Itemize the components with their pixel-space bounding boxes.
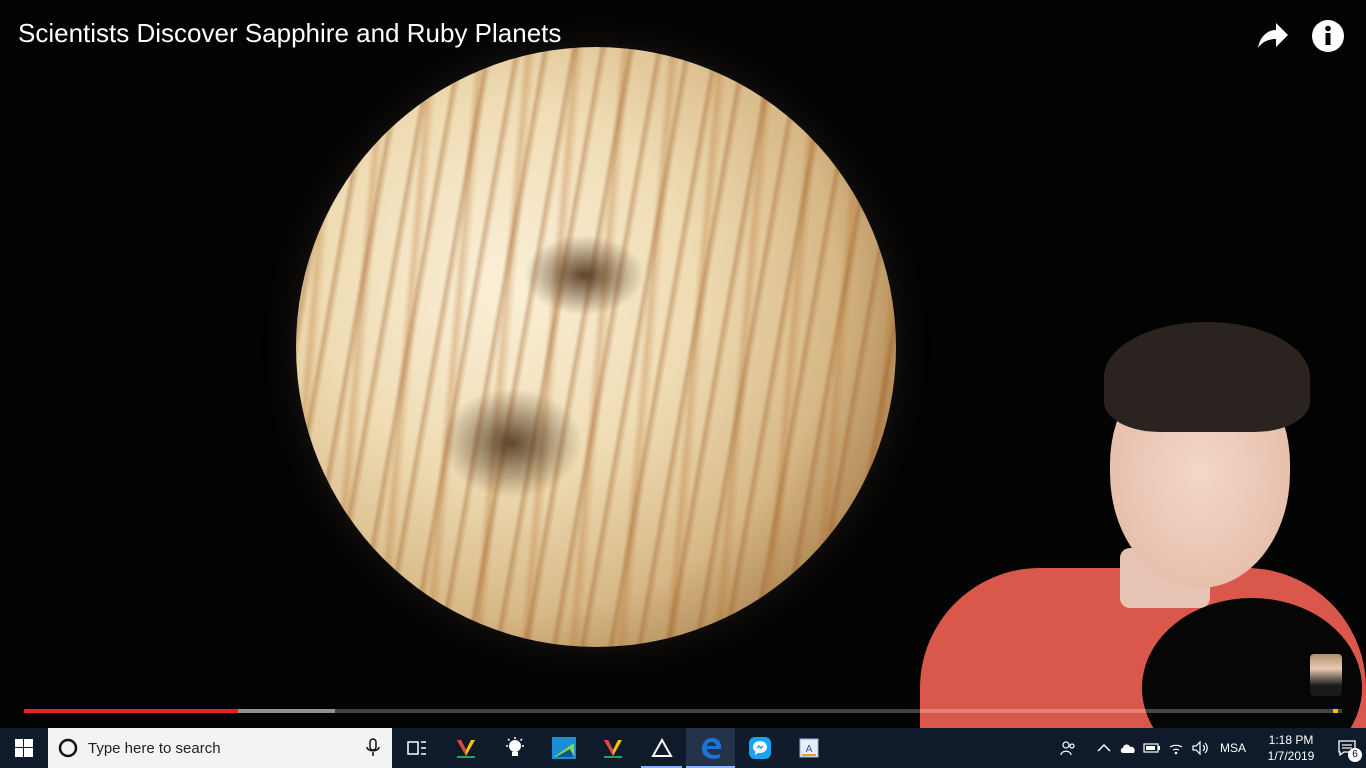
- clock[interactable]: 1:18 PM 1/7/2019: [1254, 732, 1328, 764]
- windows-logo-icon: [15, 739, 33, 757]
- taskbar-app-triangle[interactable]: [637, 728, 686, 768]
- people-icon[interactable]: [1056, 728, 1080, 768]
- chat-app-icon: [748, 737, 771, 759]
- v-logo-icon: [456, 740, 475, 758]
- volume-icon[interactable]: [1188, 728, 1212, 768]
- person-hair: [1104, 322, 1310, 432]
- video-title[interactable]: Scientists Discover Sapphire and Ruby Pl…: [18, 18, 561, 49]
- task-view-icon: [406, 741, 426, 755]
- progress-marker: [1333, 709, 1338, 713]
- clock-date: 1/7/2019: [1267, 749, 1315, 763]
- channel-avatar: [1310, 654, 1342, 696]
- progress-played: [24, 709, 238, 713]
- microphone-icon[interactable]: [366, 738, 380, 758]
- battery-icon[interactable]: [1140, 728, 1164, 768]
- wifi-icon[interactable]: [1164, 728, 1188, 768]
- search-input[interactable]: Type here to search: [48, 728, 392, 768]
- progress-bar[interactable]: [24, 709, 1342, 713]
- cortana-circle-icon: [58, 738, 78, 758]
- share-icon: [1258, 23, 1288, 48]
- tray-spacer: [1080, 728, 1092, 768]
- svg-text:A: A: [805, 744, 812, 755]
- chevron-up-icon[interactable]: [1092, 728, 1116, 768]
- v-logo-2-icon: [603, 740, 622, 758]
- taskbar-app-image[interactable]: [539, 728, 588, 768]
- cloud-sync-icon[interactable]: [1116, 728, 1140, 768]
- clock-time: 1:18 PM: [1268, 733, 1314, 747]
- document-app-icon: A: [799, 738, 818, 758]
- info-icon: [1312, 20, 1344, 52]
- taskbar-app-v2[interactable]: [588, 728, 637, 768]
- system-tray: MSA 1:18 PM 1/7/2019 6: [1056, 728, 1366, 768]
- edge-browser-icon: [701, 738, 721, 759]
- action-center-button[interactable]: 6: [1328, 728, 1366, 768]
- taskbar-app-chat[interactable]: [735, 728, 784, 768]
- input-language[interactable]: MSA: [1212, 741, 1254, 755]
- webcam-overlay: [920, 318, 1366, 728]
- notification-count-badge: 6: [1348, 748, 1362, 762]
- planet-image: [296, 47, 896, 647]
- taskbar: Type here to search A MSA 1:18 PM 1/7/20…: [0, 728, 1366, 768]
- task-view-button[interactable]: [392, 728, 441, 768]
- lightbulb-icon: [505, 737, 524, 756]
- image-editor-icon: [551, 737, 576, 759]
- info-button[interactable]: [1310, 18, 1346, 54]
- share-button[interactable]: [1252, 18, 1292, 54]
- video-player[interactable]: Scientists Discover Sapphire and Ruby Pl…: [0, 0, 1366, 728]
- start-button[interactable]: [0, 728, 48, 768]
- search-placeholder: Type here to search: [88, 739, 221, 757]
- taskbar-app-doc[interactable]: A: [784, 728, 833, 768]
- triangle-app-icon: [650, 738, 673, 757]
- taskbar-app-bulb[interactable]: [490, 728, 539, 768]
- taskbar-app-edge[interactable]: [686, 728, 735, 768]
- taskbar-app-v[interactable]: [441, 728, 490, 768]
